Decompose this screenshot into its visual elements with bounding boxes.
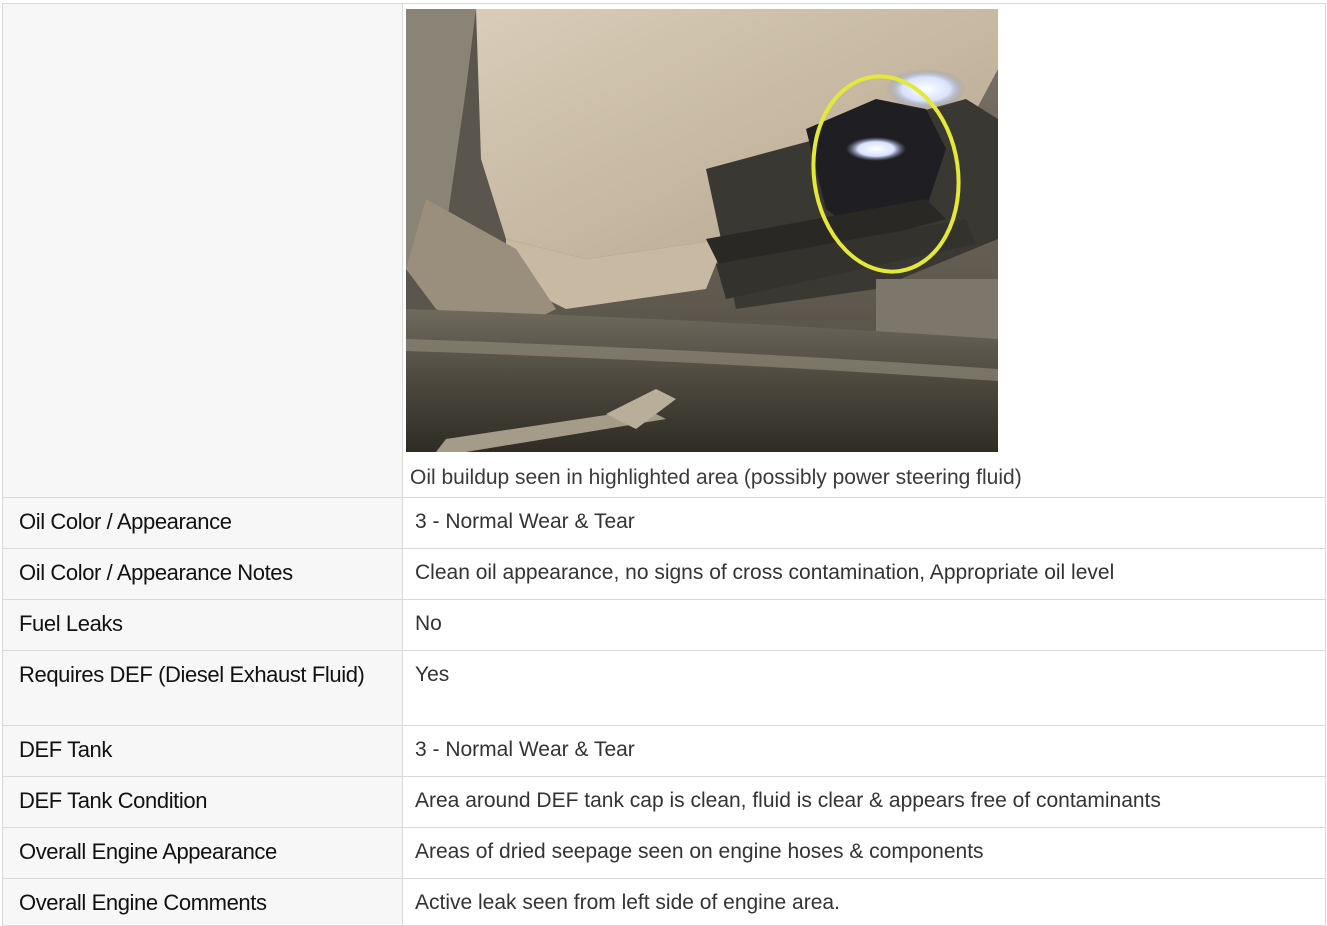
inspection-table: Oil buildup seen in highlighted area (po… [2,3,1326,926]
photo-illustration [406,9,998,452]
row-label: Overall Engine Appearance [19,839,277,864]
table-row: Overall Engine Comments Active leak seen… [2,878,1326,926]
table-row: Oil Color / Appearance Notes Clean oil a… [2,548,1326,600]
row-label: Requires DEF (Diesel Exhaust Fluid) [19,662,365,687]
table-row: Oil Color / Appearance 3 - Normal Wear &… [2,497,1326,549]
row-value: Yes [415,663,450,686]
row-label: Fuel Leaks [19,611,123,636]
engine-undercarriage-photo[interactable] [406,9,998,452]
table-row: Requires DEF (Diesel Exhaust Fluid) Yes [2,650,1326,726]
photo-label-cell [2,3,403,498]
photo-value-cell: Oil buildup seen in highlighted area (po… [402,3,1326,498]
row-label: Oil Color / Appearance Notes [19,560,293,585]
row-label: Overall Engine Comments [19,890,267,915]
photo-row: Oil buildup seen in highlighted area (po… [2,3,1326,498]
row-value: Active leak seen from left side of engin… [415,891,840,914]
row-value: Area around DEF tank cap is clean, fluid… [415,789,1161,812]
row-value: 3 - Normal Wear & Tear [415,510,635,533]
row-value: Areas of dried seepage seen on engine ho… [415,840,984,863]
table-row: Fuel Leaks No [2,599,1326,651]
row-value: Clean oil appearance, no signs of cross … [415,561,1115,584]
table-row: DEF Tank Condition Area around DEF tank … [2,776,1326,828]
row-label: DEF Tank Condition [19,788,208,813]
photo-caption: Oil buildup seen in highlighted area (po… [410,466,1022,489]
row-value: 3 - Normal Wear & Tear [415,738,635,761]
row-label: DEF Tank [19,737,112,762]
table-row: Overall Engine Appearance Areas of dried… [2,827,1326,879]
table-row: DEF Tank 3 - Normal Wear & Tear [2,725,1326,777]
row-value: No [415,612,442,635]
row-label: Oil Color / Appearance [19,509,232,534]
